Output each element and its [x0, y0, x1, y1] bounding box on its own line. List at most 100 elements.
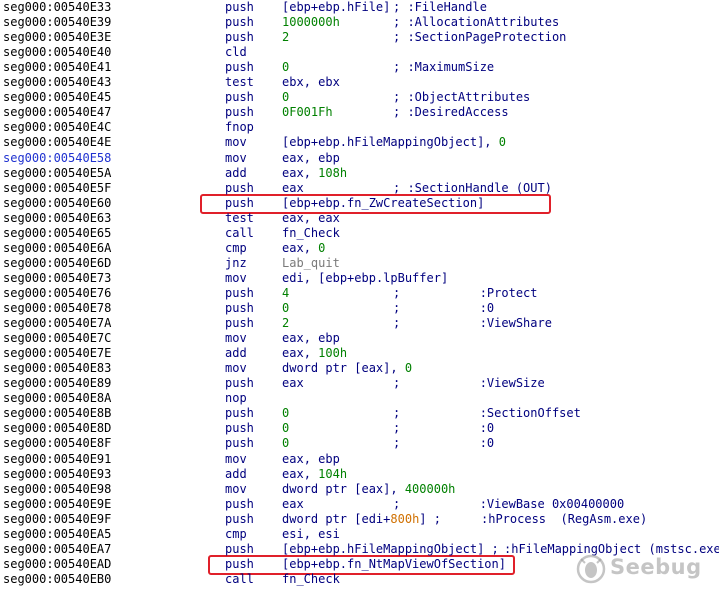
asm-operand: 0F001Fh [282, 105, 333, 120]
asm-row[interactable]: seg000:00540E58 mov eax, ebp [0, 151, 719, 166]
asm-row[interactable]: seg000:00540E65 call fn_Check [0, 226, 719, 241]
asm-row[interactable]: seg000:00540E33 push [ebp+ebp.hFile]; :Fil… [0, 0, 719, 15]
asm-row[interactable]: seg000:00540E43 test ebx, ebx [0, 75, 719, 90]
asm-operand: ebx, ebx [282, 75, 340, 90]
asm-address: seg000:00540E40 [3, 45, 112, 60]
asm-operand: fn_Check [282, 225, 340, 240]
asm-row[interactable]: seg000:00540E45 push 0 ; :ObjectAttributes [0, 90, 719, 105]
asm-row[interactable]: seg000:00540E63 test eax, eax [0, 211, 719, 226]
asm-row[interactable]: seg000:00540E8F push 0 ; :0 [0, 436, 719, 451]
asm-mnemonic: push [225, 90, 254, 105]
asm-address: seg000:00540E73 [3, 270, 112, 285]
asm-row[interactable]: seg000:00540E93 add eax, 104h [0, 467, 719, 482]
asm-address: seg000:00540E91 [3, 451, 112, 466]
asm-row[interactable]: seg000:00540E9E push eax ; :ViewBase 0x0040… [0, 497, 719, 512]
asm-row[interactable]: seg000:00540E7E add eax, 100h [0, 346, 719, 361]
asm-row[interactable]: seg000:00540E7A push 2 ; :ViewShare [0, 316, 719, 331]
asm-mnemonic: mov [225, 331, 247, 346]
asm-mnemonic: test [225, 210, 254, 225]
asm-operand: dword ptr [eax], 400000h [282, 481, 456, 496]
asm-mnemonic: call [225, 225, 254, 240]
asm-operand: eax, 100h [282, 346, 348, 361]
asm-mnemonic: push [225, 376, 254, 391]
asm-address: seg000:00540E43 [3, 75, 112, 90]
asm-operand: 0 [282, 421, 290, 436]
asm-row[interactable]: seg000:00540E76 push 4 ; :Protect [0, 286, 719, 301]
asm-comment: ; :ViewShare [393, 316, 552, 331]
asm-operand: dword ptr [eax], 0 [282, 361, 413, 376]
asm-row[interactable]: seg000:00540E8D push 0 ; :0 [0, 421, 719, 436]
asm-address: seg000:00540E63 [3, 210, 112, 225]
asm-address: seg000:00540E6A [3, 240, 112, 255]
asm-address: seg000:00540E5F [3, 180, 112, 195]
asm-address: seg000:00540E9F [3, 511, 112, 526]
asm-operand: [ebp+ebp.fn_NtMapViewOfSection] [282, 556, 506, 571]
asm-address: seg000:00540E60 [3, 195, 112, 210]
asm-row[interactable]: seg000:00540E98 mov dword ptr [eax], 40000… [0, 482, 719, 497]
disassembly-listing[interactable]: seg000:00540E33 push [ebp+ebp.hFile]; :Fil… [0, 0, 719, 590]
asm-row[interactable]: seg000:00540E40 cld [0, 45, 719, 60]
asm-address: seg000:00540E65 [3, 225, 112, 240]
asm-operand: eax, 0 [282, 240, 326, 255]
asm-row[interactable]: seg000:00540E8A nop [0, 391, 719, 406]
asm-mnemonic: fnop [225, 120, 254, 135]
asm-row[interactable]: seg000:00540E39 push 1000000h ; :Allocation… [0, 15, 719, 30]
asm-operand: eax [282, 180, 304, 195]
asm-mnemonic: jnz [225, 255, 247, 270]
asm-row[interactable]: seg000:00540E3E push 2 ; :SectionPageProtec… [0, 30, 719, 45]
asm-row[interactable]: seg000:00540E89 push eax ; :ViewSize [0, 376, 719, 391]
asm-comment: ; :ObjectAttributes [393, 90, 531, 105]
asm-mnemonic: push [225, 496, 254, 511]
asm-address: seg000:00540E93 [3, 466, 112, 481]
asm-address: seg000:00540EB0 [3, 571, 112, 586]
asm-row[interactable]: seg000:00540E4C fnop [0, 120, 719, 135]
asm-address: seg000:00540E8B [3, 406, 112, 421]
asm-address: seg000:00540E41 [3, 60, 112, 75]
asm-row[interactable]: seg000:00540E73 mov edi, [ebp+ebp.lpBuffer… [0, 271, 719, 286]
asm-address: seg000:00540E45 [3, 90, 112, 105]
asm-row[interactable]: seg000:00540E6A cmp eax, 0 [0, 241, 719, 256]
asm-address: seg000:00540E58 [3, 150, 112, 165]
asm-row[interactable]: seg000:00540EB0 call fn_Check [0, 572, 719, 587]
asm-row[interactable]: seg000:00540E5A add eax, 108h [0, 166, 719, 181]
asm-address: seg000:00540E7A [3, 316, 112, 331]
asm-mnemonic: mov [225, 481, 247, 496]
asm-row[interactable]: seg000:00540E5F push eax ; :SectionHandle (… [0, 181, 719, 196]
asm-address: seg000:00540EA7 [3, 541, 112, 556]
asm-row[interactable]: seg000:00540E6D jnz Lab_quit [0, 256, 719, 271]
asm-row[interactable]: seg000:00540E60 push [ebp+ebp.fn_ZwCreateS… [0, 196, 719, 211]
asm-row[interactable]: seg000:00540E7C mov eax, ebp [0, 331, 719, 346]
asm-comment: ; :SectionHandle (OUT) [393, 180, 552, 195]
asm-address: seg000:00540E6D [3, 255, 112, 270]
asm-row[interactable]: seg000:00540EA7 push [ebp+ebp.hFileMapping… [0, 542, 719, 557]
asm-comment: ; :SectionOffset [393, 406, 581, 421]
asm-row[interactable]: seg000:00540E41 push 0 ; :MaximumSize [0, 60, 719, 75]
asm-operand: [ebp+ebp.fn_ZwCreateSection] [282, 195, 485, 210]
asm-operand: 0 [282, 436, 290, 451]
asm-mnemonic: mov [225, 451, 247, 466]
asm-comment: ; :MaximumSize [393, 60, 495, 75]
asm-row[interactable]: seg000:00540E9F push dword ptr [edi+800h] … [0, 512, 719, 527]
asm-mnemonic: push [225, 421, 254, 436]
asm-row[interactable]: seg000:00540EA5 cmp esi, esi [0, 527, 719, 542]
asm-operand: [ebp+ebp.hFile] [282, 0, 391, 14]
asm-operand: eax, eax [282, 210, 340, 225]
asm-comment: :hProcess (RegAsm.exe) [481, 511, 648, 526]
asm-row[interactable]: seg000:00540E4E mov [ebp+ebp.hFileMappingO… [0, 135, 719, 150]
asm-mnemonic: test [225, 75, 254, 90]
asm-row[interactable]: seg000:00540EAD push [ebp+ebp.fn_NtMapView… [0, 557, 719, 572]
asm-address: seg000:00540E5A [3, 165, 112, 180]
asm-mnemonic: nop [225, 391, 247, 406]
asm-address: seg000:00540E8A [3, 391, 112, 406]
asm-address: seg000:00540E7C [3, 331, 112, 346]
asm-row[interactable]: seg000:00540E8B push 0 ; :SectionOffset [0, 406, 719, 421]
asm-row[interactable]: seg000:00540E78 push 0 ; :0 [0, 301, 719, 316]
asm-operand: eax [282, 376, 304, 391]
asm-row[interactable]: seg000:00540E83 mov dword ptr [eax], 0 [0, 361, 719, 376]
asm-comment: ; :ViewSize [393, 376, 545, 391]
asm-row[interactable]: seg000:00540E91 mov eax, ebp [0, 452, 719, 467]
asm-mnemonic: push [225, 15, 254, 30]
asm-comment: ; :Protect [393, 285, 538, 300]
asm-row[interactable]: seg000:00540E47 push 0F001Fh ; :DesiredAcce… [0, 105, 719, 120]
asm-operand: eax, ebp [282, 451, 340, 466]
